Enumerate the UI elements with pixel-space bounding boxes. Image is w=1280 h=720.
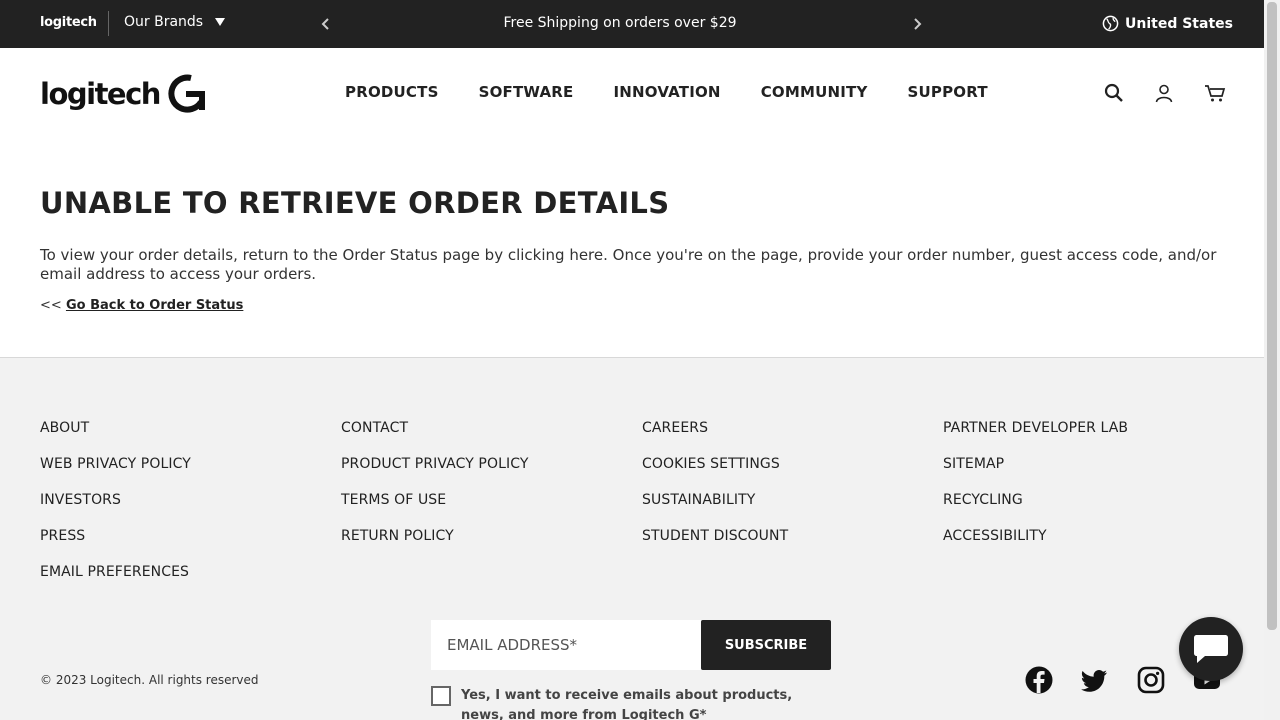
cart-icon[interactable]: [1204, 83, 1226, 103]
footer-col-4: PARTNER DEVELOPER LAB SITEMAP RECYCLING …: [943, 410, 1128, 554]
top-bar: logitech Our Brands Free Shipping on ord…: [0, 0, 1264, 48]
logo-wordmark: logitech: [40, 77, 161, 111]
back-prefix: <<: [40, 298, 62, 313]
scrollbar-thumb[interactable]: [1267, 2, 1277, 630]
nav-software[interactable]: SOFTWARE: [479, 83, 574, 101]
promo-message: Free Shipping on orders over $29: [503, 15, 737, 31]
optin-checkbox[interactable]: [431, 686, 451, 706]
chevron-left-icon[interactable]: [319, 14, 333, 34]
email-input[interactable]: [431, 620, 701, 670]
facebook-icon[interactable]: [1025, 666, 1053, 694]
chevron-right-icon[interactable]: [910, 14, 924, 34]
footer-col-1: ABOUT WEB PRIVACY POLICY INVESTORS PRESS…: [40, 410, 191, 590]
twitter-icon[interactable]: [1081, 666, 1109, 694]
nav-community[interactable]: COMMUNITY: [761, 83, 868, 101]
globe-icon: [1102, 15, 1119, 32]
logitech-g-icon: [168, 74, 205, 113]
site-footer: ABOUT WEB PRIVACY POLICY INVESTORS PRESS…: [0, 357, 1264, 720]
footer-link-sustainability[interactable]: SUSTAINABILITY: [642, 482, 788, 518]
divider: [108, 11, 109, 36]
footer-link-investors[interactable]: INVESTORS: [40, 482, 191, 518]
logitech-brand-link[interactable]: logitech: [40, 15, 97, 30]
footer-link-contact[interactable]: CONTACT: [341, 410, 529, 446]
footer-link-email-preferences[interactable]: EMAIL PREFERENCES: [40, 554, 191, 590]
back-to-order-status-link[interactable]: Go Back to Order Status: [66, 298, 243, 313]
footer-link-terms[interactable]: TERMS OF USE: [341, 482, 529, 518]
footer-link-sitemap[interactable]: SITEMAP: [943, 446, 1128, 482]
order-details-message: To view your order details, return to th…: [40, 246, 1217, 283]
instagram-icon[interactable]: [1137, 666, 1165, 694]
footer-link-student-discount[interactable]: STUDENT DISCOUNT: [642, 518, 788, 554]
footer-link-recycling[interactable]: RECYCLING: [943, 482, 1128, 518]
optin-label: Yes, I want to receive emails about prod…: [461, 688, 793, 720]
footer-link-web-privacy[interactable]: WEB PRIVACY POLICY: [40, 446, 191, 482]
caret-down-icon: [215, 18, 226, 26]
our-brands-dropdown[interactable]: Our Brands: [124, 14, 226, 30]
our-brands-label: Our Brands: [124, 14, 204, 30]
search-icon[interactable]: [1104, 83, 1124, 103]
main-nav: PRODUCTS SOFTWARE INNOVATION COMMUNITY S…: [345, 83, 988, 101]
newsletter-form: SUBSCRIBE: [431, 620, 831, 670]
header-icons: [1104, 83, 1226, 103]
site-header: logitech PRODUCTS SOFTWARE INNOVATION CO…: [0, 48, 1264, 138]
email-optin: Yes, I want to receive emails about prod…: [431, 686, 831, 720]
page-title: UNABLE TO RETRIEVE ORDER DETAILS: [40, 186, 670, 220]
footer-link-product-privacy[interactable]: PRODUCT PRIVACY POLICY: [341, 446, 529, 482]
footer-link-return-policy[interactable]: RETURN POLICY: [341, 518, 529, 554]
chat-bubble-icon: [1194, 635, 1228, 663]
region-label: United States: [1125, 15, 1233, 32]
back-link-row: << Go Back to Order Status: [40, 298, 1230, 313]
chat-button[interactable]: [1179, 617, 1243, 681]
nav-products[interactable]: PRODUCTS: [345, 83, 439, 101]
nav-support[interactable]: SUPPORT: [908, 83, 988, 101]
footer-col-2: CONTACT PRODUCT PRIVACY POLICY TERMS OF …: [341, 410, 529, 554]
footer-link-careers[interactable]: CAREERS: [642, 410, 788, 446]
nav-innovation[interactable]: INNOVATION: [614, 83, 721, 101]
logitech-g-logo[interactable]: logitech: [40, 74, 208, 114]
account-icon[interactable]: [1154, 83, 1174, 103]
footer-link-press[interactable]: PRESS: [40, 518, 191, 554]
footer-link-partner-dev-lab[interactable]: PARTNER DEVELOPER LAB: [943, 410, 1128, 446]
region-selector[interactable]: United States: [1102, 15, 1233, 32]
footer-link-cookies[interactable]: COOKIES SETTINGS: [642, 446, 788, 482]
subscribe-button[interactable]: SUBSCRIBE: [701, 620, 831, 670]
footer-link-accessibility[interactable]: ACCESSIBILITY: [943, 518, 1128, 554]
copyright-text: © 2023 Logitech. All rights reserved: [40, 673, 259, 687]
footer-col-3: CAREERS COOKIES SETTINGS SUSTAINABILITY …: [642, 410, 788, 554]
footer-link-about[interactable]: ABOUT: [40, 410, 191, 446]
main-content: UNABLE TO RETRIEVE ORDER DETAILS To view…: [40, 186, 1230, 313]
page-scrollbar[interactable]: [1264, 0, 1280, 720]
